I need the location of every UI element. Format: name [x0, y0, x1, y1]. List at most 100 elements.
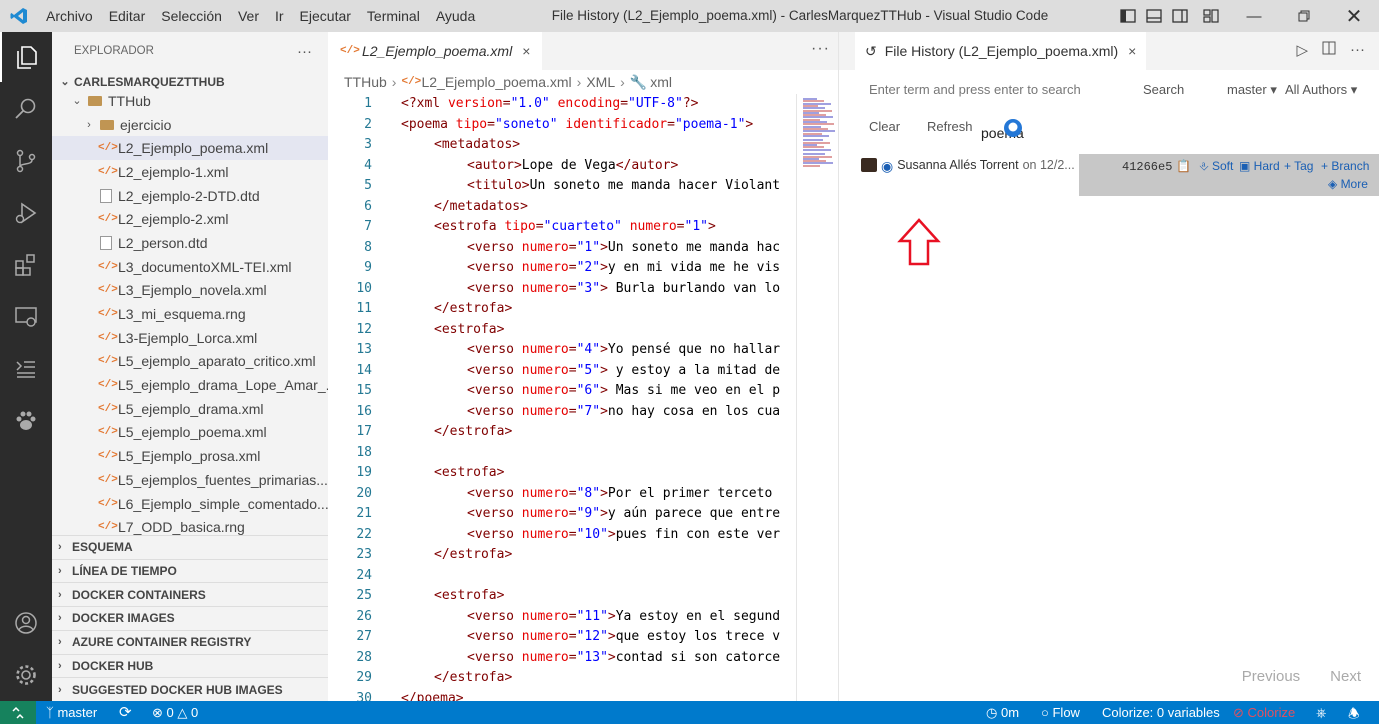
copy-icon[interactable]: 📋	[1176, 159, 1191, 173]
xml-file-icon: </>	[98, 521, 118, 534]
refresh-button[interactable]: Refresh	[927, 119, 973, 134]
restore-button[interactable]	[1279, 0, 1329, 32]
file-item[interactable]: </> L3-Ejemplo_Lorca.xml	[52, 326, 328, 350]
minimize-button[interactable]: —	[1229, 0, 1279, 32]
file-item[interactable]: </> L3_Ejemplo_novela.xml	[52, 279, 328, 303]
section-header[interactable]: › ESQUEMA	[52, 535, 328, 559]
file-item[interactable]: </> L3_documentoXML-TEI.xml	[52, 255, 328, 279]
split-editor-icon[interactable]	[1322, 41, 1336, 59]
code-token: </estrofa>	[434, 301, 513, 316]
feedback-icon[interactable]: ⎈	[1316, 705, 1326, 721]
eye-icon[interactable]: ◉	[881, 158, 893, 175]
editor-more-actions-button[interactable]: ···	[811, 40, 830, 58]
file-item[interactable]: </> L5_ejemplo_aparato_critico.xml	[52, 350, 328, 374]
file-item[interactable]: </> L2_ejemplo-2.xml	[52, 207, 328, 231]
clear-button[interactable]: Clear	[869, 119, 900, 134]
file-label: L3-Ejemplo_Lorca.xml	[118, 329, 258, 346]
close-tab-icon[interactable]: ×	[522, 43, 530, 59]
minimap[interactable]	[796, 94, 838, 701]
file-item[interactable]: </> L5_ejemplo_drama_Lope_Amar_...	[52, 373, 328, 397]
menu-item[interactable]: Ir	[267, 8, 292, 24]
code-token: <verso	[467, 280, 522, 296]
menu-item[interactable]: Editar	[101, 8, 154, 24]
extensions-icon[interactable]	[0, 240, 52, 290]
breadcrumb-item[interactable]: TTHub	[344, 74, 387, 90]
breadcrumb-item[interactable]: L2_Ejemplo_poema.xml	[421, 74, 571, 90]
problems-status[interactable]: ⊗ 0 △ 0	[152, 705, 198, 721]
explorer-more-button[interactable]: ···	[297, 43, 312, 60]
section-header[interactable]: › AZURE CONTAINER REGISTRY	[52, 629, 328, 654]
add-branch-button[interactable]: + Branch	[1321, 159, 1369, 173]
tab-file-history[interactable]: ↺ File History (L2_Ejemplo_poema.xml) ×	[855, 32, 1147, 70]
file-item[interactable]: L2_person.dtd	[52, 231, 328, 255]
search-button[interactable]: Search	[1143, 82, 1184, 97]
hard-reset-button[interactable]: ▣ Hard	[1239, 159, 1280, 173]
file-icon	[100, 188, 112, 203]
file-item[interactable]: L2_ejemplo-2-DTD.dtd	[52, 184, 328, 208]
toggle-primary-sidebar-icon[interactable]	[1115, 0, 1141, 32]
menu-item[interactable]: Ver	[230, 8, 267, 24]
menu-item[interactable]: Terminal	[359, 8, 428, 24]
add-tag-button[interactable]: + Tag	[1284, 159, 1313, 173]
explorer-icon[interactable]	[0, 32, 52, 82]
commit-row[interactable]: ◉ Susanna Allés Torrent on 12/2... 41266…	[861, 154, 1379, 196]
previous-button[interactable]: Previous	[1242, 668, 1300, 685]
colorize-variables-status[interactable]: Colorize: 0 variables	[1102, 705, 1220, 720]
window-title: File History (L2_Ejemplo_poema.xml) - Ca…	[551, 8, 1049, 23]
folder-tthub[interactable]: ⌄ TTHub	[52, 89, 328, 113]
close-window-button[interactable]: ✕	[1329, 0, 1379, 32]
close-tab-icon[interactable]: ×	[1128, 43, 1136, 59]
source-control-icon[interactable]	[0, 136, 52, 186]
branch-status[interactable]: ᛉ master	[46, 705, 97, 720]
accounts-icon[interactable]	[0, 598, 52, 648]
authors-dropdown[interactable]: All Authors ▾	[1285, 82, 1357, 98]
sync-icon[interactable]: ⟳	[119, 703, 132, 721]
remote-indicator-icon[interactable]	[0, 701, 36, 724]
more-actions-icon[interactable]: ···	[1350, 41, 1365, 59]
search-icon[interactable]	[0, 84, 52, 134]
file-item[interactable]: </> L2_ejemplo-1.xml	[52, 160, 328, 184]
menu-item[interactable]: Ejecutar	[292, 8, 359, 24]
customize-layout-icon[interactable]	[1193, 0, 1229, 32]
section-header[interactable]: › SUGGESTED DOCKER HUB IMAGES	[52, 677, 328, 701]
soft-reset-button[interactable]: ⎀ Soft	[1199, 159, 1233, 174]
vscode-window: Archivo Editar Selección Ver Ir Ejecutar Termi…	[0, 0, 1379, 724]
time-tracker-status[interactable]: ◷ 0m	[986, 705, 1019, 721]
code-token: <verso	[467, 608, 522, 624]
next-button[interactable]: Next	[1330, 668, 1361, 685]
breadcrumb-item[interactable]: XML	[586, 74, 615, 90]
remote-explorer-icon[interactable]	[0, 292, 52, 342]
branch-dropdown[interactable]: master ▾	[1227, 82, 1277, 98]
notifications-bell-icon[interactable]: 🕭	[1348, 705, 1360, 724]
section-header[interactable]: › LÍNEA DE TIEMPO	[52, 558, 328, 583]
file-item[interactable]: </> L6_Ejemplo_simple_comentado....	[52, 492, 328, 516]
menu-item[interactable]: Ayuda	[428, 8, 483, 24]
paw-icon[interactable]	[0, 396, 52, 446]
file-item[interactable]: </> L5_ejemplos_fuentes_primarias....	[52, 468, 328, 492]
flow-status[interactable]: ○ Flow	[1041, 705, 1080, 720]
authors-label: All Authors	[1285, 82, 1348, 97]
settings-gear-icon[interactable]	[0, 650, 52, 700]
more-button[interactable]: ◈ More	[1328, 177, 1368, 191]
file-item[interactable]: </> L2_Ejemplo_poema.xml	[52, 136, 328, 161]
toggle-secondary-sidebar-icon[interactable]	[1167, 0, 1193, 32]
file-item[interactable]: </> L5_ejemplo_drama.xml	[52, 397, 328, 421]
tab-l2-ejemplo-poema[interactable]: </> L2_Ejemplo_poema.xml ×	[328, 32, 543, 70]
breadcrumb-item[interactable]: xml	[650, 74, 672, 90]
section-header[interactable]: › DOCKER IMAGES	[52, 606, 328, 630]
file-item[interactable]: </> L5_ejemplo_poema.xml	[52, 421, 328, 445]
section-header[interactable]: › DOCKER HUB	[52, 653, 328, 678]
menu-item[interactable]: Selección	[153, 8, 230, 24]
file-item[interactable]: </> L3_mi_esquema.rng	[52, 302, 328, 326]
history-search-input[interactable]: Enter term and press enter to search	[869, 82, 1081, 97]
code-editor[interactable]: 1 <?xml version="1.0" encoding="UTF-8"?> 2…	[328, 94, 796, 701]
outline-list-icon[interactable]	[0, 344, 52, 394]
section-header[interactable]: › DOCKER CONTAINERS	[52, 582, 328, 606]
menu-item[interactable]: Archivo	[38, 8, 101, 24]
toggle-panel-icon[interactable]	[1141, 0, 1167, 32]
run-debug-icon[interactable]	[0, 188, 52, 238]
run-icon[interactable]: ▷	[1296, 41, 1308, 59]
file-item[interactable]: </> L5_Ejemplo_prosa.xml	[52, 444, 328, 468]
folder-ejercicio[interactable]: › ejercicio	[52, 113, 328, 137]
colorize-status[interactable]: ⊘ Colorize	[1233, 705, 1295, 721]
